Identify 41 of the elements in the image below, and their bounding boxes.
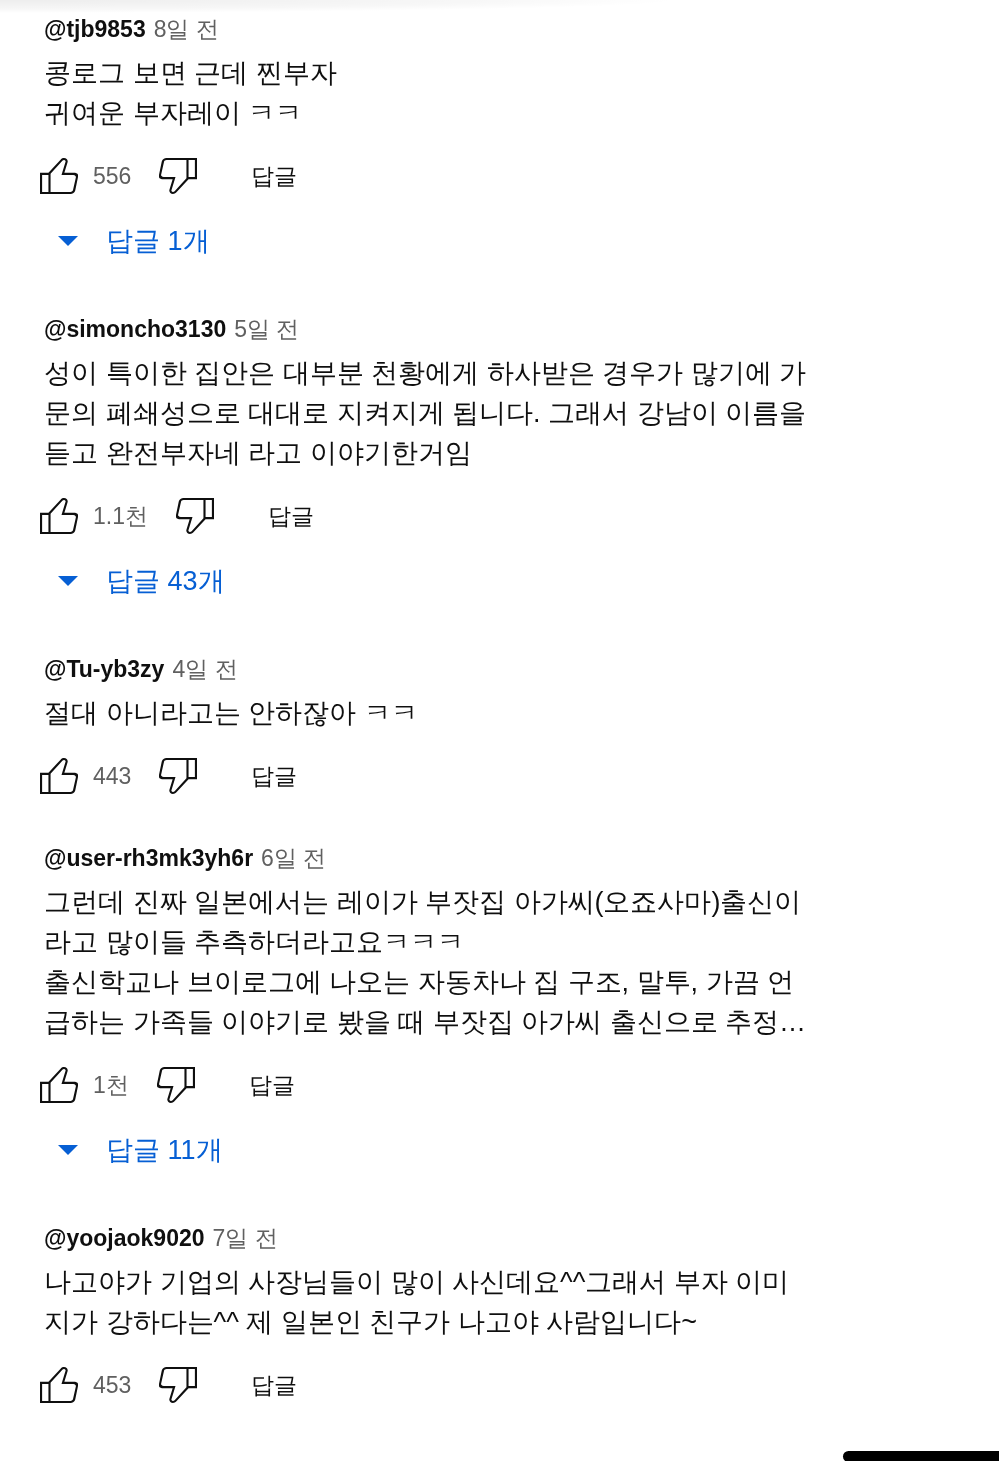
like-count: 453 xyxy=(93,1371,132,1399)
comment-text: 콩로그 보면 근데 찐부자 귀여운 부자레이 ㅋㅋ xyxy=(44,57,337,130)
comment-time[interactable]: 7일 전 xyxy=(212,1222,278,1254)
replies-toggle[interactable]: 답글 43개 xyxy=(58,559,225,603)
comment-time[interactable]: 6일 전 xyxy=(261,842,327,874)
reply-button[interactable]: 답글 xyxy=(268,500,314,532)
comment-author[interactable]: @tjb9853 xyxy=(44,15,146,43)
comment-author[interactable]: @user-rh3mk3yh6r xyxy=(44,844,254,872)
thumbs-up-icon[interactable] xyxy=(40,158,78,194)
thumbs-down-icon[interactable] xyxy=(159,1367,198,1403)
thumbs-up-icon[interactable] xyxy=(40,498,78,534)
replies-toggle[interactable]: 답글 11개 xyxy=(58,1128,223,1172)
comment-time[interactable]: 5일 전 xyxy=(234,313,300,345)
comment-time[interactable]: 4일 전 xyxy=(172,653,238,685)
comment-author[interactable]: @yoojaok9020 xyxy=(44,1224,205,1252)
caret-down-icon xyxy=(58,1145,78,1155)
like-count: 1.1천 xyxy=(93,501,148,531)
replies-toggle[interactable]: 답글 1개 xyxy=(58,219,210,263)
comment-author[interactable]: @Tu-yb3zy xyxy=(44,655,165,683)
thumbs-up-icon[interactable] xyxy=(40,758,78,794)
comment-text: 그런데 진짜 일본에서는 레이가 부잣집 아가씨(오죠사마)출신이 라고 많이들 추측하더라고요ㅋㅋㅋ 출신학교나 브이로그에 나오는 자동차나 집 구조, 말투, 가끔 언 급하는 가족들 이야기로 봤을 때 부잣집 아가씨 출신으로 추정… xyxy=(44,886,806,1039)
thumbs-down-icon[interactable] xyxy=(159,758,198,794)
reply-button[interactable]: 답글 xyxy=(251,160,298,192)
comment-text: 절대 아니라고는 안하잖아 ㅋㅋ xyxy=(44,697,418,730)
thumbs-down-icon[interactable] xyxy=(176,498,214,534)
like-count: 443 xyxy=(93,762,132,790)
reply-button[interactable]: 답글 xyxy=(251,1369,298,1401)
reply-button[interactable]: 답글 xyxy=(251,760,298,792)
reply-button[interactable]: 답글 xyxy=(248,1069,295,1101)
thumbs-down-icon[interactable] xyxy=(159,158,198,194)
thumbs-up-icon[interactable] xyxy=(40,1367,78,1403)
caret-down-icon xyxy=(58,576,78,586)
comment-author[interactable]: @simoncho3130 xyxy=(44,315,227,343)
comment-text: 성이 특이한 집안은 대부분 천황에게 하사받은 경우가 많기에 가 문의 폐쇄성으로 대대로 지켜지게 됩니다. 그래서 강남이 이름을 듣고 완전부자네 라고 이야기한거임 xyxy=(44,357,806,470)
comment-time[interactable]: 8일 전 xyxy=(153,13,219,45)
like-count: 556 xyxy=(93,162,132,190)
thumbs-up-icon[interactable] xyxy=(40,1067,78,1103)
comment-text: 나고야가 기업의 사장님들이 많이 사신데요^^그래서 부자 이미 지가 강하다는^^ 제 일본인 친구가 나고야 사람입니다~ xyxy=(44,1266,790,1339)
caret-down-icon xyxy=(58,236,78,246)
thumbs-down-icon[interactable] xyxy=(156,1067,195,1103)
like-count: 1천 xyxy=(93,1070,129,1100)
